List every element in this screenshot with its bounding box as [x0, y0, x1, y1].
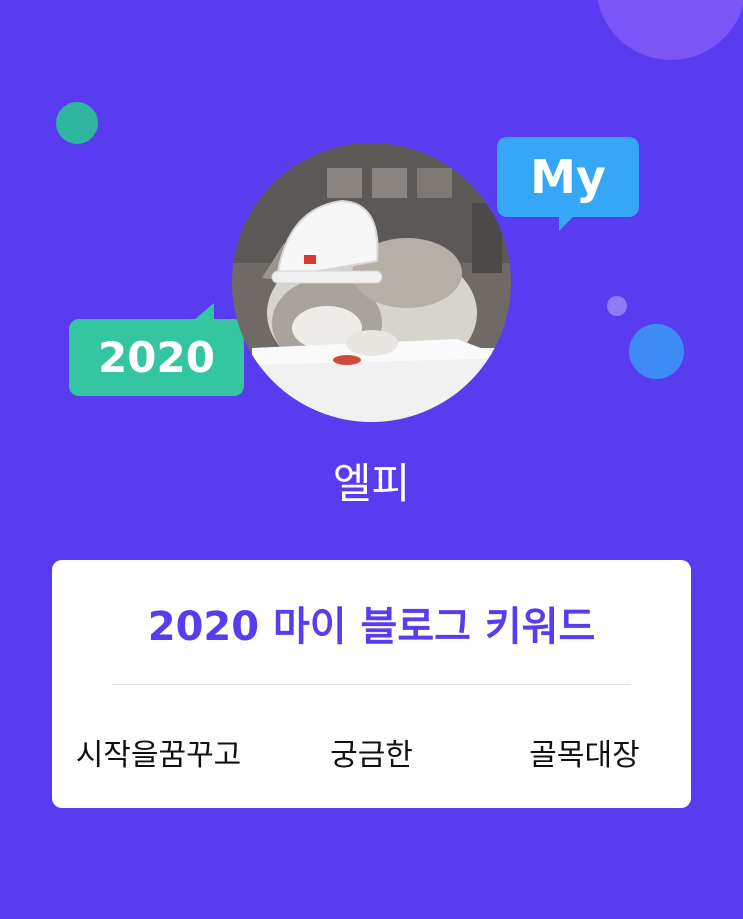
keyword-item: 시작을꿈꾸고: [75, 738, 242, 773]
profile-name: 엘피: [332, 459, 411, 508]
card-title: 2020 마이 블로그 키워드: [147, 604, 596, 650]
decorative-circle: [56, 102, 98, 144]
speech-bubble-tail: [194, 303, 214, 320]
my-speech-bubble: My: [497, 137, 639, 231]
profile-avatar: [232, 143, 511, 422]
keyword-item: 궁금한: [330, 738, 413, 773]
keyword-item: 골목대장: [529, 738, 640, 773]
cat-photo: [232, 143, 511, 422]
keyword-card: 2020 마이 블로그 키워드 시작을꿈꾸고 궁금한 골목대장: [52, 560, 691, 808]
decorative-circle: [596, 0, 743, 60]
divider: [112, 684, 631, 685]
year-badge-label: 2020: [69, 319, 244, 396]
my-badge-label: My: [497, 137, 639, 217]
decorative-circle: [629, 324, 684, 379]
decorative-circle: [607, 296, 627, 316]
year-speech-bubble: 2020: [69, 303, 244, 396]
speech-bubble-tail: [559, 215, 575, 231]
